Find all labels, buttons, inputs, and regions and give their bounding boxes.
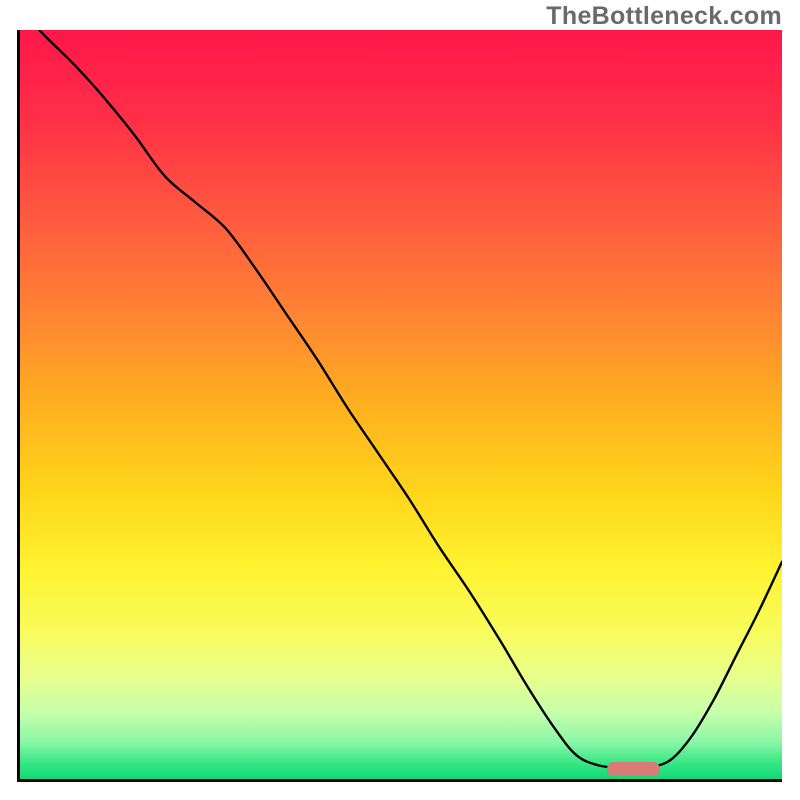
- plot-svg: [20, 30, 782, 779]
- gradient-background: [20, 30, 782, 779]
- watermark-text: TheBottleneck.com: [546, 2, 782, 31]
- optimal-marker: [607, 762, 660, 776]
- plot-area: [20, 30, 782, 779]
- bottleneck-chart: TheBottleneck.com: [0, 0, 800, 800]
